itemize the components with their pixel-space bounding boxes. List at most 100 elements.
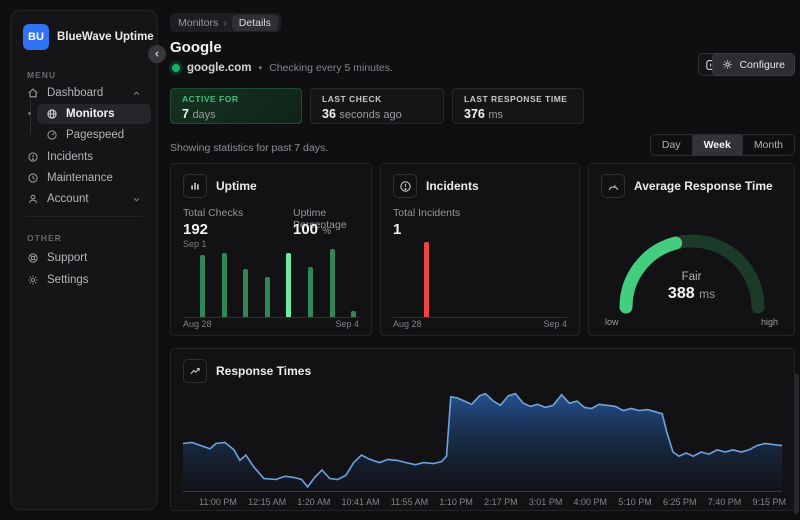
- x-tick-label: 10:41 AM: [342, 497, 380, 507]
- chevron-up-icon[interactable]: [132, 89, 141, 98]
- brand-logo-row: BU BlueWave Uptime: [23, 24, 154, 50]
- uptime-bar[interactable]: [200, 255, 205, 317]
- stat-value: 376: [464, 107, 485, 121]
- x-tick-label: 1:20 AM: [297, 497, 330, 507]
- range-option-month[interactable]: Month: [742, 135, 794, 155]
- menu-section-label: MENU: [27, 70, 56, 80]
- card-title: Uptime: [216, 179, 257, 193]
- uptime-bar-chart[interactable]: [183, 248, 359, 318]
- submenu-tree-line: [30, 100, 31, 134]
- breadcrumb-parent[interactable]: Monitors: [178, 17, 218, 29]
- x-tick-label: 11:55 AM: [391, 497, 428, 507]
- x-tick-label: 7:40 PM: [708, 497, 742, 507]
- submenu-bullet: [28, 112, 31, 115]
- sidebar-item-dashboard[interactable]: Dashboard: [17, 83, 151, 103]
- card-title: Response Times: [216, 364, 311, 378]
- card-title: Incidents: [426, 179, 479, 193]
- gear-icon: [722, 59, 733, 70]
- x-tick-label: 9:15 PM: [752, 497, 786, 507]
- gauge-unit: ms: [699, 287, 715, 301]
- bullet-separator: •: [259, 62, 263, 74]
- breadcrumb-current[interactable]: Details: [232, 15, 278, 31]
- monitor-url: google.com: [187, 62, 252, 74]
- incident-bar[interactable]: [424, 242, 429, 317]
- stat-label: ACTIVE FOR: [182, 94, 290, 104]
- sidebar-collapse-button[interactable]: [148, 45, 166, 63]
- uptime-bar[interactable]: [243, 269, 248, 317]
- uptime-bar[interactable]: [222, 253, 227, 317]
- stat-value: 7: [182, 107, 189, 121]
- sidebar-item-label: Monitors: [66, 108, 115, 120]
- stat-label: LAST RESPONSE TIME: [464, 94, 572, 104]
- check-interval-note: Checking every 5 minutes.: [269, 62, 393, 74]
- breadcrumb-separator: ›: [223, 17, 227, 29]
- bar-chart-icon: [183, 174, 207, 198]
- x-tick-label: 2:17 PM: [484, 497, 518, 507]
- configure-label: Configure: [739, 59, 785, 71]
- sidebar-item-label: Incidents: [47, 151, 93, 163]
- breadcrumb: Monitors › Details: [170, 13, 281, 32]
- uptime-bar[interactable]: [351, 311, 356, 317]
- sidebar-item-maintenance[interactable]: Maintenance: [17, 168, 151, 188]
- total-checks-value: 192: [183, 221, 208, 238]
- uptime-bar[interactable]: [308, 267, 313, 317]
- sidebar-item-support[interactable]: Support: [17, 248, 151, 268]
- response-x-axis: 11:00 PM 12:15 AM 1:20 AM 10:41 AM 11:55 AM 1…: [199, 497, 786, 507]
- sidebar-item-monitors[interactable]: Monitors: [37, 104, 151, 124]
- stat-card-last-check: LAST CHECK 36 seconds ago: [310, 88, 444, 124]
- x-axis-start: Aug 28: [393, 319, 422, 329]
- average-response-time-card: Average Response Time Fair 388 ms low hi…: [588, 163, 795, 336]
- gauge-icon: [601, 174, 625, 198]
- total-incidents-value: 1: [393, 221, 401, 238]
- range-toggle: Day Week Month: [650, 134, 795, 156]
- stat-suffix: ms: [488, 109, 503, 121]
- sidebar-item-label: Dashboard: [47, 87, 103, 99]
- gauge-value-text: 388: [668, 285, 695, 302]
- response-times-area-chart[interactable]: [183, 379, 782, 492]
- configure-button[interactable]: Configure: [712, 53, 795, 76]
- vertical-scrollbar-thumb[interactable]: [794, 374, 799, 514]
- sidebar-item-label: Account: [47, 193, 89, 205]
- percent-unit: %: [322, 226, 331, 237]
- uptime-bar[interactable]: [265, 277, 270, 317]
- stat-suffix: days: [192, 109, 215, 121]
- range-option-day[interactable]: Day: [651, 135, 692, 155]
- uptime-card: Uptime Total Checks Uptime Percentage 19…: [170, 163, 372, 336]
- stat-card-last-response-time: LAST RESPONSE TIME 376 ms: [452, 88, 584, 124]
- clock-icon: [27, 172, 39, 184]
- brand-logo: BU: [23, 24, 49, 50]
- gauge-high-label: high: [761, 317, 778, 327]
- x-tick-label: 12:15 AM: [248, 497, 286, 507]
- chevron-down-icon[interactable]: [132, 195, 141, 204]
- card-title: Average Response Time: [634, 179, 773, 193]
- incidents-bar-chart[interactable]: [393, 242, 567, 318]
- stats-period-note: Showing statistics for past 7 days.: [170, 142, 328, 154]
- sidebar-item-label: Maintenance: [47, 172, 113, 184]
- brand-name: BlueWave Uptime: [57, 31, 154, 43]
- sidebar-item-account[interactable]: Account: [17, 189, 151, 209]
- sidebar-item-pagespeed[interactable]: Pagespeed: [37, 125, 151, 145]
- response-times-card: Response Times 11:00 PM 12:15 AM 1:20 AM 10…: [170, 348, 795, 511]
- uptime-bar[interactable]: [286, 253, 291, 317]
- incidents-card: Incidents Total Incidents 1 Aug 28 Sep 4: [380, 163, 580, 336]
- sidebar-item-label: Support: [47, 252, 87, 264]
- sidebar-item-label: Pagespeed: [66, 129, 124, 141]
- x-tick-label: 1:10 PM: [439, 497, 473, 507]
- gauge-low-label: low: [605, 317, 619, 327]
- gauge-status-text: Fair: [589, 271, 794, 283]
- x-tick-label: 11:00 PM: [199, 497, 237, 507]
- gear-icon: [27, 274, 39, 286]
- x-tick-label: 4:00 PM: [574, 497, 608, 507]
- chevron-left-icon: [153, 50, 161, 58]
- sidebar-item-incidents[interactable]: Incidents: [17, 147, 151, 167]
- uptime-bar[interactable]: [330, 249, 335, 317]
- page-title: Google: [170, 39, 222, 56]
- other-section-label: OTHER: [27, 233, 62, 243]
- stat-label: LAST CHECK: [322, 94, 432, 104]
- stat-card-active-for: ACTIVE FOR 7 days: [170, 88, 302, 124]
- uptime-percentage-value: 100: [293, 221, 318, 238]
- life-buoy-icon: [27, 252, 39, 264]
- sidebar-item-settings[interactable]: Settings: [17, 270, 151, 290]
- x-tick-label: 6:25 PM: [663, 497, 697, 507]
- range-option-week[interactable]: Week: [692, 135, 742, 155]
